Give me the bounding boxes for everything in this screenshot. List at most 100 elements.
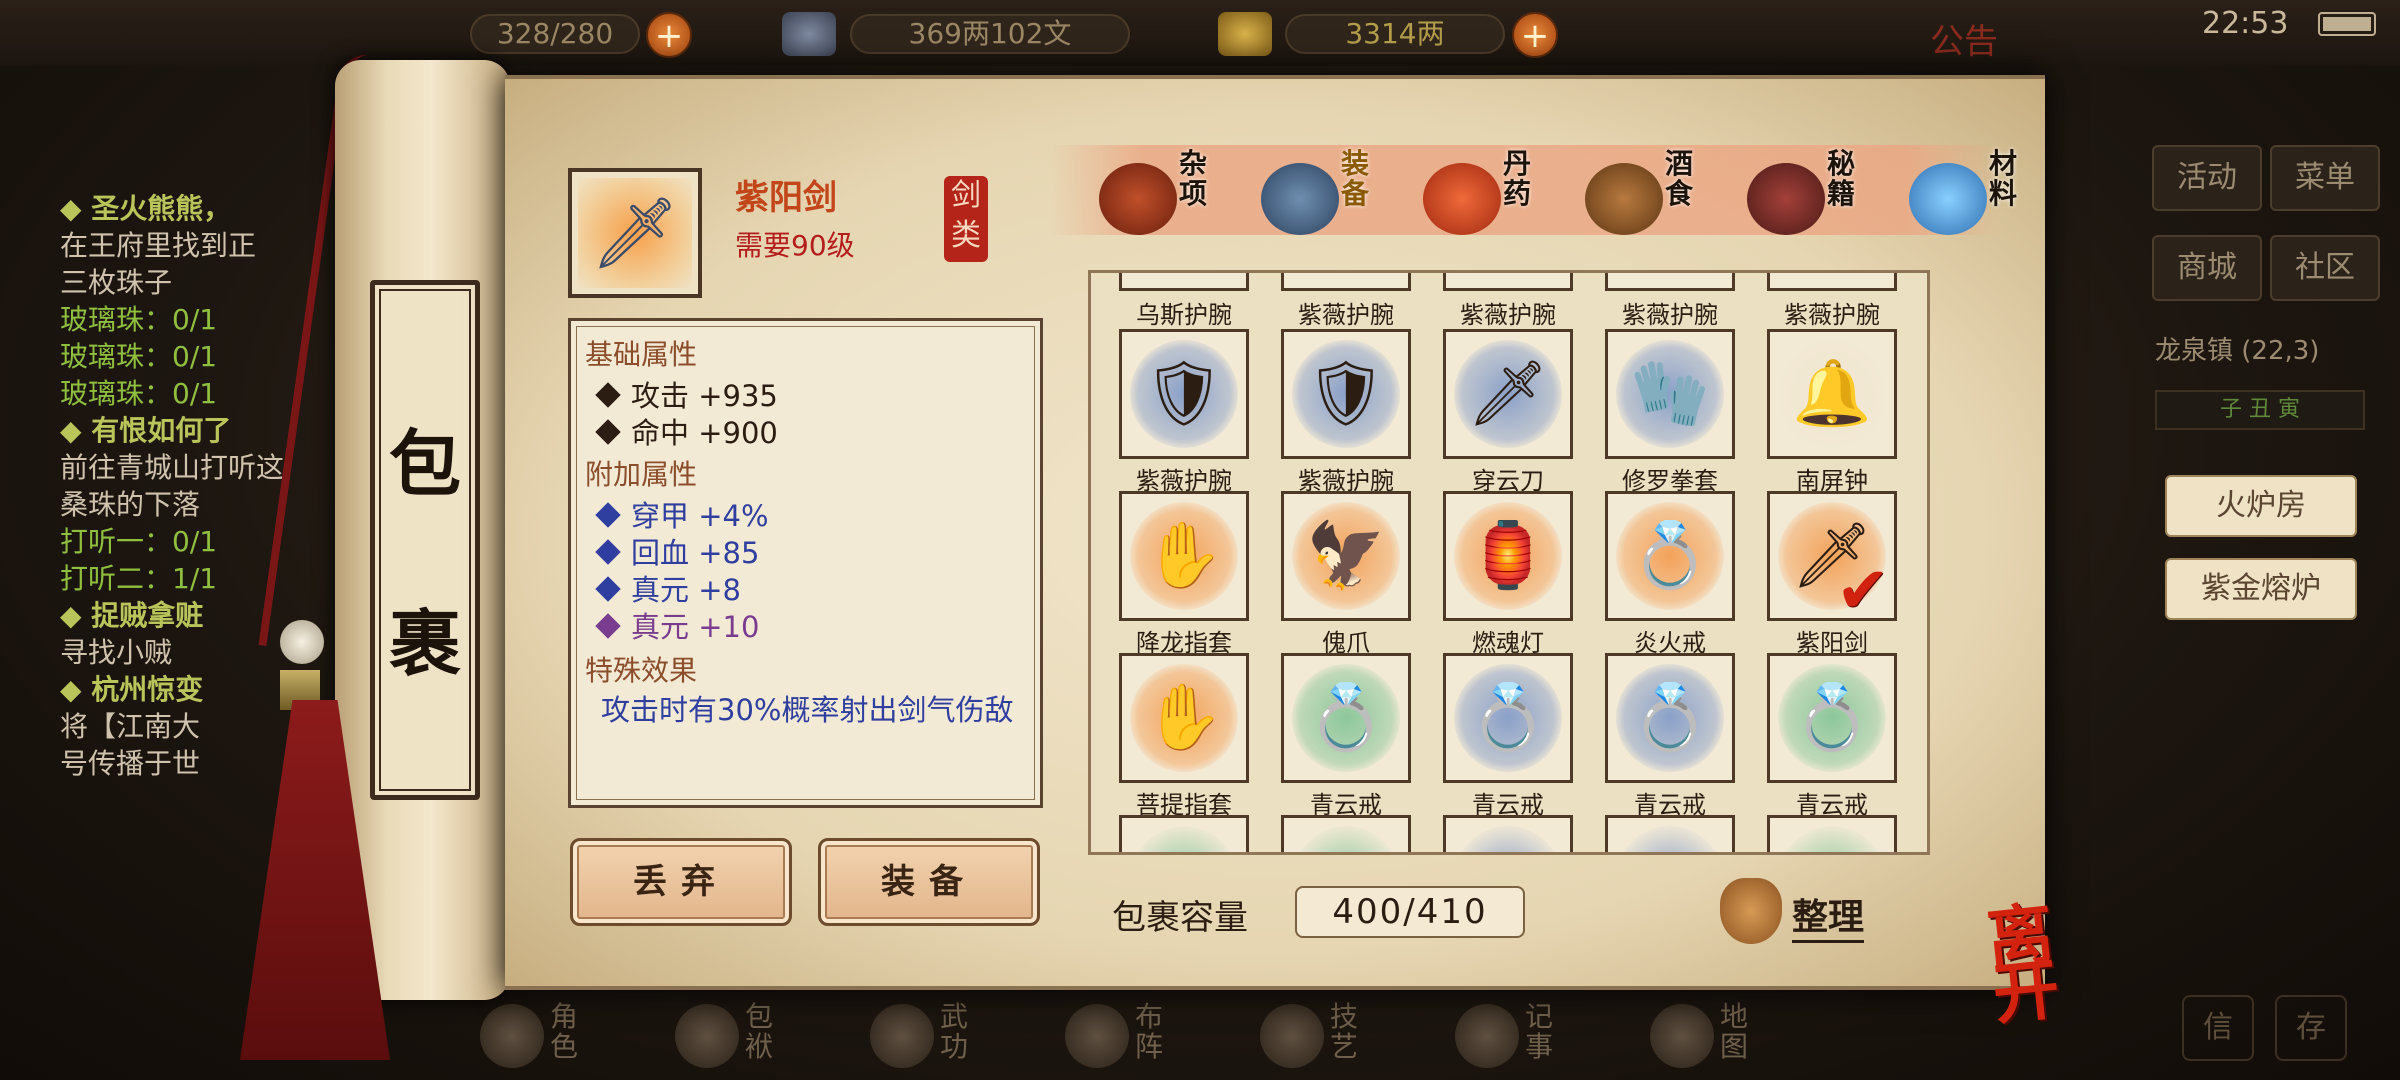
- nav-icon: [1455, 1004, 1519, 1068]
- inventory-item[interactable]: ✋ 降龙指套: [1119, 491, 1249, 657]
- item-rarity-glow: [1616, 826, 1724, 852]
- inventory-item[interactable]: 💍 青云戒: [1443, 653, 1573, 819]
- inventory-item[interactable]: 💍 炎火戒: [1605, 491, 1735, 657]
- tab-jar[interactable]: 杂项: [1075, 145, 1235, 245]
- save-button[interactable]: 存: [2275, 995, 2347, 1061]
- item-slot[interactable]: 🛡: [1281, 329, 1411, 459]
- quest-desc: 桑珠的下落: [60, 488, 201, 521]
- item-slot[interactable]: ✋: [1119, 653, 1249, 783]
- inventory-item[interactable]: 💍 青云戒: [1767, 653, 1897, 819]
- discard-button[interactable]: 丢弃: [570, 838, 792, 926]
- item-slot[interactable]: 🏮: [1443, 491, 1573, 621]
- item-slot-partial[interactable]: [1281, 815, 1411, 852]
- inventory-item[interactable]: 🔔 南屏钟: [1767, 329, 1897, 495]
- inventory-item[interactable]: 🏮 燃魂灯: [1443, 491, 1573, 657]
- tab-label: 杂项: [1179, 147, 1208, 210]
- item-slot-partial[interactable]: [1443, 273, 1573, 291]
- nav-item[interactable]: 地图: [1640, 996, 1790, 1076]
- scroll-title-box: 包 裹: [370, 280, 480, 800]
- tab-label: 材料: [1989, 147, 2018, 210]
- jade-ring-icon: 💍: [1792, 681, 1872, 755]
- tab-pill[interactable]: 丹药: [1399, 145, 1559, 245]
- nav-icon: [480, 1004, 544, 1068]
- extra-stat-row: 回血 +85: [595, 530, 759, 572]
- time-strip: 子 丑 寅: [2155, 390, 2365, 430]
- item-slot-partial[interactable]: [1281, 273, 1411, 291]
- nav-item[interactable]: 角色: [470, 996, 620, 1076]
- add-storage-button[interactable]: +: [646, 12, 692, 58]
- item-slot[interactable]: 💍: [1605, 491, 1735, 621]
- tab-label: 秘籍: [1827, 147, 1856, 210]
- item-slot[interactable]: 🦅: [1281, 491, 1411, 621]
- mail-button[interactable]: 信: [2182, 995, 2254, 1061]
- clock: 22:53: [2202, 6, 2289, 41]
- item-slot[interactable]: 🔔: [1767, 329, 1897, 459]
- menu-button[interactable]: 菜单: [2270, 145, 2380, 211]
- item-slot-partial[interactable]: [1605, 815, 1735, 852]
- add-gold-button[interactable]: +: [1512, 12, 1558, 58]
- selected-item-requirement: 需要90级: [735, 229, 855, 262]
- item-slot-partial[interactable]: [1605, 273, 1735, 291]
- gauntlet-icon: 🧤: [1630, 357, 1710, 431]
- nav-item[interactable]: 记事: [1445, 996, 1595, 1076]
- nav-item[interactable]: 包袱: [665, 996, 815, 1076]
- equip-button[interactable]: 装备: [818, 838, 1040, 926]
- capacity-label: 包裹容量: [1112, 898, 1248, 938]
- nav-item[interactable]: 武功: [860, 996, 1010, 1076]
- item-slot-partial[interactable]: [1767, 273, 1897, 291]
- inventory-item[interactable]: 🧤 修罗拳套: [1605, 329, 1735, 495]
- inventory-item[interactable]: 🛡 紫薇护腕: [1119, 329, 1249, 495]
- jade-ring-icon: 💍: [1468, 681, 1548, 755]
- shop-button[interactable]: 商城: [2152, 235, 2262, 301]
- leave-button[interactable]: 离开: [1983, 894, 2116, 1034]
- tab-label: 丹药: [1503, 147, 1532, 210]
- item-slot-partial[interactable]: [1767, 815, 1897, 852]
- inventory-item[interactable]: 💍 青云戒: [1281, 653, 1411, 819]
- inventory-item[interactable]: ✋ 菩提指套: [1119, 653, 1249, 819]
- item-slot[interactable]: 🗡: [1443, 329, 1573, 459]
- item-rarity-glow: [1454, 826, 1562, 852]
- base-stat-row: 命中 +900: [595, 410, 778, 452]
- item-slot[interactable]: ✋: [1119, 491, 1249, 621]
- item-slot[interactable]: 💍: [1605, 653, 1735, 783]
- inventory-item[interactable]: 🦅 傀爪: [1281, 491, 1411, 657]
- jade-ring-icon: 💍: [1630, 681, 1710, 755]
- item-slot[interactable]: 🛡: [1119, 329, 1249, 459]
- item-slot-partial[interactable]: [1119, 815, 1249, 852]
- extra-stat-row-purple: 真元 +10: [595, 604, 759, 646]
- base-attr-header: 基础属性: [585, 338, 698, 371]
- nav-item[interactable]: 布阵: [1055, 996, 1205, 1076]
- item-slot[interactable]: 💍: [1443, 653, 1573, 783]
- purple-gold-furnace-button[interactable]: 紫金熔炉: [2165, 558, 2357, 620]
- tab-crystal[interactable]: 材料: [1885, 145, 2045, 245]
- activity-button[interactable]: 活动: [2152, 145, 2262, 211]
- furnace-room-button[interactable]: 火炉房: [2165, 475, 2357, 537]
- nav-item[interactable]: 技艺: [1250, 996, 1400, 1076]
- quest-progress: 打听一：0/1: [60, 525, 218, 558]
- quest-title[interactable]: ◆ 圣火熊熊，: [60, 190, 360, 227]
- item-slot[interactable]: 🗡 ✔: [1767, 491, 1897, 621]
- tab-equipment[interactable]: 装备: [1237, 145, 1397, 245]
- category-seal: 剑类: [944, 176, 988, 262]
- inventory-item[interactable]: 💍 青云戒: [1605, 653, 1735, 819]
- bracer-icon: 🛡: [1143, 357, 1225, 431]
- finger-guard-icon: ✋: [1144, 681, 1224, 755]
- notice-button[interactable]: 公告: [1930, 14, 1998, 63]
- item-slot[interactable]: 💍: [1281, 653, 1411, 783]
- item-slot-partial[interactable]: [1119, 273, 1249, 291]
- nav-label: 角色: [550, 1000, 579, 1063]
- item-slot[interactable]: 💍: [1767, 653, 1897, 783]
- inventory-item[interactable]: 🗡 穿云刀: [1443, 329, 1573, 495]
- tab-food[interactable]: 酒食: [1561, 145, 1721, 245]
- inventory-item[interactable]: 🗡 ✔ 紫阳剑: [1767, 491, 1897, 657]
- sort-bag-icon[interactable]: [1720, 878, 1782, 944]
- inventory-item[interactable]: 🛡 紫薇护腕: [1281, 329, 1411, 495]
- community-button[interactable]: 社区: [2270, 235, 2380, 301]
- tab-label: 酒食: [1665, 147, 1694, 210]
- item-slot[interactable]: 🧤: [1605, 329, 1735, 459]
- equipment-icon: [1261, 163, 1339, 235]
- item-grid[interactable]: 乌斯护腕 紫薇护腕 紫薇护腕 紫薇护腕 紫薇护腕 🛡 紫薇护腕 🛡 紫薇护腕 🗡 穿云刀 🧤 修罗拳套 🔔…: [1088, 270, 1930, 855]
- sort-button[interactable]: 整理: [1792, 888, 1865, 943]
- tab-book[interactable]: 秘籍: [1723, 145, 1883, 245]
- item-slot-partial[interactable]: [1443, 815, 1573, 852]
